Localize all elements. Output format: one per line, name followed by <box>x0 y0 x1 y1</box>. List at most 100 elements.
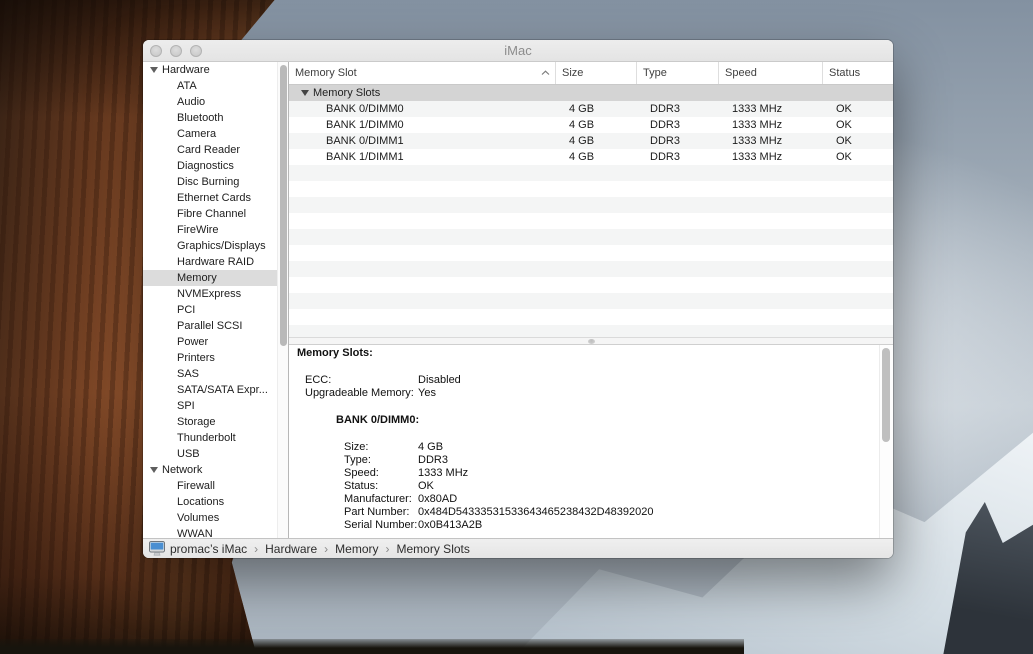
sidebar-item-diagnostics[interactable]: Diagnostics <box>143 158 288 174</box>
field-label: ECC: <box>305 374 418 387</box>
field-value: Yes <box>418 387 436 400</box>
zoom-button[interactable] <box>190 45 202 57</box>
sidebar-item-firewire[interactable]: FireWire <box>143 222 288 238</box>
sidebar-item-locations[interactable]: Locations <box>143 494 288 510</box>
detail-field-upgradeable-memory: Upgradeable Memory: Yes <box>289 387 893 400</box>
sidebar-item-label: Parallel SCSI <box>177 318 242 334</box>
sidebar-scrollbar[interactable] <box>277 62 288 538</box>
column-header-size[interactable]: Size <box>556 62 637 84</box>
field-value: 0x484D54333531533643465238432D48392020 <box>418 506 654 519</box>
sidebar-item-card-reader[interactable]: Card Reader <box>143 142 288 158</box>
sidebar-item-graphics-displays[interactable]: Graphics/Displays <box>143 238 288 254</box>
titlebar[interactable]: iMac <box>143 40 893 62</box>
sidebar-item-usb[interactable]: USB <box>143 446 288 462</box>
field-value: 4 GB <box>418 441 443 454</box>
sidebar-item-pci[interactable]: PCI <box>143 302 288 318</box>
sidebar-item-nvmexpress[interactable]: NVMExpress <box>143 286 288 302</box>
sidebar-item-hardware[interactable]: Hardware <box>143 62 288 78</box>
imac-icon <box>149 541 165 556</box>
sidebar-item-fibre-channel[interactable]: Fibre Channel <box>143 206 288 222</box>
disclosure-triangle-icon[interactable] <box>150 467 158 473</box>
disclosure-triangle-icon[interactable] <box>301 90 309 96</box>
sidebar-item-wwan[interactable]: WWAN <box>143 526 288 538</box>
cell-type: DDR3 <box>637 101 719 117</box>
field-value: 0x80AD <box>418 493 457 506</box>
cell-speed: 1333 MHz <box>719 149 823 165</box>
cell-slot: BANK 1/DIMM0 <box>289 117 556 133</box>
breadcrumb-item-memory-slots[interactable]: Memory Slots <box>397 542 470 556</box>
sidebar-item-ethernet-cards[interactable]: Ethernet Cards <box>143 190 288 206</box>
sidebar-item-sas[interactable]: SAS <box>143 366 288 382</box>
sidebar-item-thunderbolt[interactable]: Thunderbolt <box>143 430 288 446</box>
column-header-type[interactable]: Type <box>637 62 719 84</box>
column-header-speed[interactable]: Speed <box>719 62 823 84</box>
sidebar-item-disc-burning[interactable]: Disc Burning <box>143 174 288 190</box>
sidebar-item-label: SAS <box>177 366 199 382</box>
detail-scrollbar-thumb[interactable] <box>882 348 890 442</box>
breadcrumb-item-memory[interactable]: Memory <box>335 542 378 556</box>
column-header-label: Type <box>643 67 667 79</box>
sidebar-item-firewall[interactable]: Firewall <box>143 478 288 494</box>
column-header-label: Status <box>829 67 860 79</box>
bank-field-manufacturer: Manufacturer: 0x80AD <box>289 493 893 506</box>
cell-status: OK <box>823 149 893 165</box>
sidebar-item-label: Camera <box>177 126 216 142</box>
sidebar-item-volumes[interactable]: Volumes <box>143 510 288 526</box>
sidebar-item-power[interactable]: Power <box>143 334 288 350</box>
sidebar-item-hardware-raid[interactable]: Hardware RAID <box>143 254 288 270</box>
close-button[interactable] <box>150 45 162 57</box>
sidebar-item-audio[interactable]: Audio <box>143 94 288 110</box>
sidebar-item-memory[interactable]: Memory <box>143 270 288 286</box>
sidebar-item-label: Locations <box>177 494 224 510</box>
table-row[interactable]: BANK 0/DIMM1 4 GB DDR3 1333 MHz OK <box>289 133 893 149</box>
breadcrumb: promac’s iMac › Hardware › Memory › Memo… <box>170 542 470 556</box>
field-label: Type: <box>344 454 418 467</box>
sidebar-item-camera[interactable]: Camera <box>143 126 288 142</box>
breadcrumb-item-hardware[interactable]: Hardware <box>265 542 317 556</box>
table-row[interactable]: BANK 1/DIMM1 4 GB DDR3 1333 MHz OK <box>289 149 893 165</box>
sidebar-item-network[interactable]: Network <box>143 462 288 478</box>
field-label: Status: <box>344 480 418 493</box>
sidebar-item-label: NVMExpress <box>177 286 241 302</box>
column-header-label: Memory Slot <box>295 67 357 79</box>
table-group-row[interactable]: Memory Slots <box>289 85 893 101</box>
sidebar-item-ata[interactable]: ATA <box>143 78 288 94</box>
sidebar-item-label: Network <box>162 462 202 478</box>
cell-slot: BANK 1/DIMM1 <box>289 149 556 165</box>
detail-scrollbar[interactable] <box>879 345 893 538</box>
breadcrumb-item-computer[interactable]: promac’s iMac <box>170 542 247 556</box>
table-header: Memory Slot Size Type Speed Status <box>289 62 893 85</box>
sidebar-item-label: PCI <box>177 302 195 318</box>
minimize-button[interactable] <box>170 45 182 57</box>
bank-field-status: Status: OK <box>289 480 893 493</box>
cell-status: OK <box>823 117 893 133</box>
wallpaper-valley-floor <box>0 639 744 654</box>
breadcrumb-separator: › <box>254 542 258 556</box>
sidebar-item-spi[interactable]: SPI <box>143 398 288 414</box>
cell-speed: 1333 MHz <box>719 101 823 117</box>
table-row[interactable]: BANK 1/DIMM0 4 GB DDR3 1333 MHz OK <box>289 117 893 133</box>
sidebar-item-label: SPI <box>177 398 195 414</box>
splitter-handle-icon[interactable] <box>588 339 595 344</box>
sidebar-item-bluetooth[interactable]: Bluetooth <box>143 110 288 126</box>
status-bar: promac’s iMac › Hardware › Memory › Memo… <box>143 538 893 558</box>
column-header-status[interactable]: Status <box>823 62 893 84</box>
table-row[interactable]: BANK 0/DIMM0 4 GB DDR3 1333 MHz OK <box>289 101 893 117</box>
column-header-memory-slot[interactable]: Memory Slot <box>289 62 556 84</box>
sidebar-item-printers[interactable]: Printers <box>143 350 288 366</box>
sidebar-item-label: Disc Burning <box>177 174 239 190</box>
sidebar-item-label: USB <box>177 446 200 462</box>
sidebar-item-label: Printers <box>177 350 215 366</box>
field-value: 0x0B413A2B <box>418 519 482 532</box>
bank-field-size: Size: 4 GB <box>289 441 893 454</box>
field-label: Speed: <box>344 467 418 480</box>
disclosure-triangle-icon[interactable] <box>150 67 158 73</box>
sidebar-item-storage[interactable]: Storage <box>143 414 288 430</box>
pane-splitter[interactable] <box>289 337 893 345</box>
field-value: DDR3 <box>418 454 448 467</box>
sidebar-scrollbar-thumb[interactable] <box>280 65 287 346</box>
cell-size: 4 GB <box>556 133 637 149</box>
field-label: Serial Number: <box>344 519 418 532</box>
sidebar-item-parallel-scsi[interactable]: Parallel SCSI <box>143 318 288 334</box>
sidebar-item-sata-sata-express[interactable]: SATA/SATA Expr... <box>143 382 288 398</box>
